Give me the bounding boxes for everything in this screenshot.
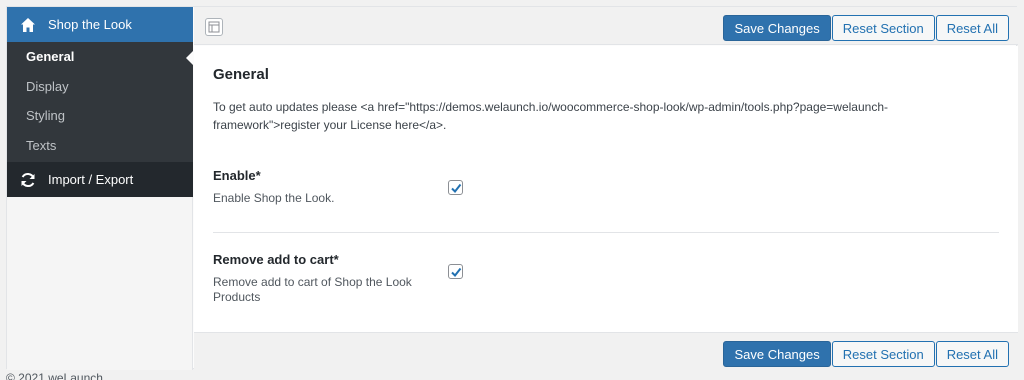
checkmark-icon — [450, 267, 461, 277]
sidebar-submenu: General Display Styling Texts — [7, 42, 193, 162]
expand-panel-icon[interactable] — [205, 18, 223, 36]
top-toolbar: Save Changes Reset Section Reset All — [194, 7, 1018, 45]
sidebar-item-label: Texts — [26, 137, 57, 153]
sidebar: Shop the Look General Display Styling Te… — [7, 7, 193, 370]
options-panel: Shop the Look General Display Styling Te… — [6, 6, 1018, 370]
sidebar-item-label: General — [26, 49, 75, 65]
reset-all-button[interactable]: Reset All — [935, 15, 1009, 41]
sidebar-item-texts[interactable]: Texts — [7, 131, 193, 161]
sidebar-section-shop-the-look[interactable]: Shop the Look — [7, 7, 193, 42]
sidebar-item-general[interactable]: General — [7, 42, 193, 72]
active-pointer — [186, 51, 193, 65]
refresh-icon — [20, 172, 36, 188]
sidebar-item-styling[interactable]: Styling — [7, 101, 193, 131]
field-title: Enable* — [213, 168, 261, 183]
checkmark-icon — [450, 183, 461, 193]
reset-section-button[interactable]: Reset Section — [831, 15, 935, 41]
sidebar-item-display[interactable]: Display — [7, 72, 193, 102]
save-changes-button[interactable]: Save Changes — [723, 15, 831, 41]
remove-add-to-cart-field: Remove add to cart* Remove add to cart o… — [213, 252, 999, 305]
enable-checkbox[interactable] — [448, 180, 463, 195]
sidebar-item-label: Styling — [26, 108, 66, 124]
sidebar-section-label: Shop the Look — [48, 17, 132, 32]
reset-section-button[interactable]: Reset Section — [831, 341, 935, 367]
save-changes-button[interactable]: Save Changes — [723, 341, 831, 367]
sidebar-item-label: Import / Export — [48, 172, 134, 187]
sidebar-item-import-export[interactable]: Import / Export — [7, 162, 193, 197]
field-title: Remove add to cart* — [213, 252, 339, 267]
field-subtitle: Enable Shop the Look. — [213, 191, 335, 205]
main-content: General To get auto updates please <a hr… — [194, 46, 1018, 332]
home-icon — [20, 17, 36, 33]
enable-field: Enable* Enable Shop the Look. — [213, 168, 999, 206]
sidebar-item-label: Display — [26, 78, 69, 94]
remove-add-to-cart-checkbox[interactable] — [448, 264, 463, 279]
field-subtitle: Remove add to cart of Shop the Look Prod… — [213, 275, 412, 304]
field-divider — [213, 232, 999, 233]
section-title: General — [213, 66, 269, 83]
bottom-toolbar: Save Changes Reset Section Reset All — [194, 332, 1018, 370]
section-description: To get auto updates please <a href="http… — [213, 100, 888, 132]
footer-copyright: © 2021 weLaunch — [6, 371, 103, 380]
reset-all-button[interactable]: Reset All — [935, 341, 1009, 367]
